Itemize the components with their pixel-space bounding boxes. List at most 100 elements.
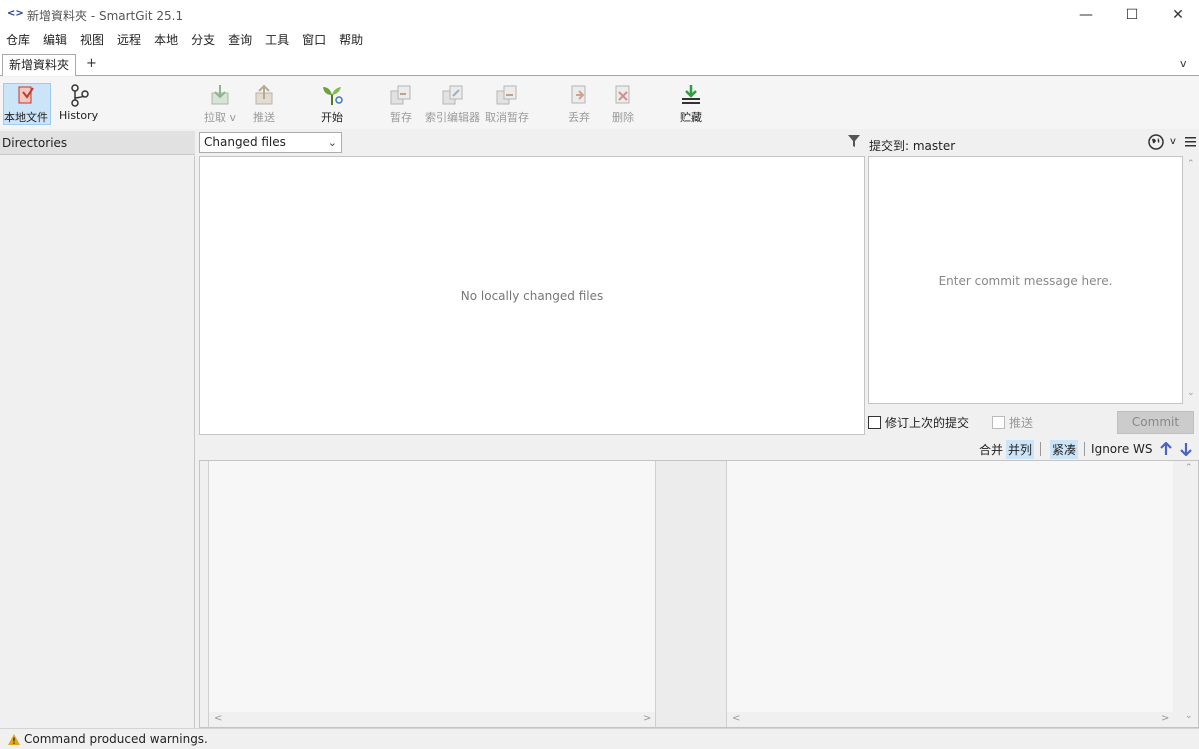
close-button[interactable]: ✕ bbox=[1155, 0, 1199, 29]
scroll-right-icon[interactable]: > bbox=[1161, 713, 1169, 724]
amend-label: 修订上次的提交 bbox=[885, 416, 970, 430]
status-message[interactable]: Command produced warnings. bbox=[24, 732, 208, 746]
amend-checkbox-box[interactable] bbox=[868, 416, 881, 429]
pull-button[interactable]: 拉取 v bbox=[204, 83, 236, 125]
push-icon bbox=[252, 83, 276, 107]
stash-save-label: 贮藏 bbox=[680, 111, 702, 124]
scroll-down-icon[interactable]: ⌄ bbox=[1187, 388, 1195, 398]
globe-icon[interactable] bbox=[1148, 134, 1164, 150]
commit-button[interactable]: Commit bbox=[1117, 411, 1194, 434]
merge-label: 合并 bbox=[979, 442, 1004, 457]
push-button[interactable]: 推送 bbox=[252, 83, 276, 125]
start-button[interactable]: 开始 bbox=[320, 83, 344, 125]
local-files-label: 本地文件 bbox=[4, 111, 48, 124]
stash-save-button[interactable]: 贮藏 bbox=[679, 83, 703, 125]
app-logo-icon: <> bbox=[7, 8, 24, 19]
push-label: 推送 bbox=[253, 111, 275, 124]
divider bbox=[1040, 442, 1042, 456]
discard-label: 丢弃 bbox=[568, 111, 590, 124]
menu-remote[interactable]: 远程 bbox=[117, 31, 141, 48]
diff-gutter bbox=[655, 461, 727, 727]
diff-toolbar: 合并 并列 紧凑 Ignore WS bbox=[979, 439, 1199, 459]
stash-icon bbox=[389, 83, 413, 107]
local-files-button[interactable]: 本地文件 bbox=[4, 83, 48, 125]
stash-save-icon bbox=[679, 83, 703, 107]
files-view-select[interactable]: Changed files ⌄ bbox=[199, 132, 342, 153]
amend-checkbox[interactable]: 修订上次的提交 bbox=[868, 414, 969, 431]
scroll-down-icon[interactable]: ⌄ bbox=[1185, 711, 1193, 721]
arrow-up-icon[interactable] bbox=[1159, 441, 1173, 456]
diff-right-pane[interactable] bbox=[727, 461, 1173, 727]
menu-bar: 仓库 编辑 视图 远程 本地 分支 查询 工具 窗口 帮助 bbox=[0, 29, 1199, 50]
menu-edit[interactable]: 编辑 bbox=[43, 31, 67, 48]
scroll-up-icon[interactable]: ⌃ bbox=[1187, 159, 1195, 169]
index-editor-icon bbox=[441, 83, 465, 107]
stash-label: 暂存 bbox=[390, 111, 412, 124]
discard-button[interactable]: 丢弃 bbox=[567, 83, 591, 125]
window-title: 新增資料夾 - SmartGit 25.1 bbox=[27, 9, 184, 23]
menu-help[interactable]: 帮助 bbox=[339, 31, 363, 48]
commit-message-input[interactable]: Enter commit message here. bbox=[868, 156, 1183, 404]
filter-icon[interactable] bbox=[847, 134, 861, 148]
maximize-button[interactable]: ☐ bbox=[1109, 0, 1155, 29]
ignore-ws-toggle[interactable]: Ignore WS bbox=[1091, 442, 1152, 456]
menu-repository[interactable]: 仓库 bbox=[6, 31, 30, 48]
discard-icon bbox=[567, 83, 591, 107]
main-toolbar: 本地文件 History 拉取 v 推送 开始 暂存 索引编辑器 取消暂存 丢弃… bbox=[0, 77, 1199, 129]
arrow-down-icon[interactable] bbox=[1179, 442, 1193, 457]
side-by-side-toggle[interactable]: 并列 bbox=[1006, 439, 1035, 459]
index-editor-button[interactable]: 索引编辑器 bbox=[425, 83, 480, 125]
scroll-left-icon[interactable]: < bbox=[214, 713, 222, 724]
diff-left-pane[interactable] bbox=[208, 461, 655, 727]
menu-tools[interactable]: 工具 bbox=[265, 31, 289, 48]
unstage-icon bbox=[495, 83, 519, 107]
tab-bar: 新增資料夾 + v bbox=[0, 50, 1199, 76]
empty-files-message: No locally changed files bbox=[460, 289, 604, 303]
menu-icon[interactable] bbox=[1185, 136, 1196, 147]
menu-query[interactable]: 查询 bbox=[228, 31, 252, 48]
minimize-button[interactable]: — bbox=[1063, 0, 1109, 29]
tab-overflow-button[interactable]: v bbox=[1180, 57, 1187, 70]
history-label: History bbox=[59, 109, 99, 122]
diff-vertical-scrollbar[interactable]: ⌃ ⌄ bbox=[1175, 461, 1198, 727]
commit-placeholder: Enter commit message here. bbox=[938, 274, 1113, 288]
commit-to-label: 提交到: master bbox=[869, 139, 956, 153]
local-files-icon bbox=[14, 83, 38, 107]
push-checkbox-box[interactable] bbox=[992, 416, 1005, 429]
delete-button[interactable]: 删除 bbox=[611, 83, 635, 125]
menu-view[interactable]: 视图 bbox=[80, 31, 104, 48]
compact-toggle[interactable]: 紧凑 bbox=[1050, 439, 1079, 459]
stash-button[interactable]: 暂存 bbox=[389, 83, 413, 125]
delete-label: 删除 bbox=[612, 111, 634, 124]
start-label: 开始 bbox=[321, 111, 343, 124]
files-view-value: Changed files bbox=[204, 135, 286, 149]
unstage-label: 取消暂存 bbox=[485, 111, 529, 124]
right-horizontal-scrollbar[interactable]: < > bbox=[727, 712, 1173, 727]
scroll-left-icon[interactable]: < bbox=[732, 713, 740, 724]
left-horizontal-scrollbar[interactable]: < > bbox=[209, 712, 655, 727]
index-editor-label: 索引编辑器 bbox=[425, 111, 480, 124]
directories-header: Directories bbox=[0, 131, 195, 155]
status-bar: Command produced warnings. bbox=[0, 728, 1199, 749]
menu-window[interactable]: 窗口 bbox=[302, 31, 326, 48]
warning-icon[interactable] bbox=[7, 733, 21, 746]
commit-scrollbar[interactable]: ⌃ ⌄ bbox=[1184, 156, 1199, 404]
diff-viewer: < > < > ⌃ ⌄ bbox=[199, 460, 1199, 728]
add-tab-button[interactable]: + bbox=[86, 56, 97, 71]
menu-local[interactable]: 本地 bbox=[154, 31, 178, 48]
history-button[interactable]: History bbox=[59, 83, 98, 122]
divider bbox=[1084, 442, 1086, 456]
scroll-up-icon[interactable]: ⌃ bbox=[1185, 463, 1193, 473]
menu-branch[interactable]: 分支 bbox=[191, 31, 215, 48]
changed-files-list[interactable]: No locally changed files bbox=[199, 156, 865, 435]
push-label-check: 推送 bbox=[1009, 416, 1034, 430]
unstage-button[interactable]: 取消暂存 bbox=[485, 83, 529, 125]
sprout-icon bbox=[320, 83, 344, 107]
directories-tree[interactable] bbox=[0, 156, 195, 728]
push-checkbox[interactable]: 推送 bbox=[992, 414, 1033, 431]
title-bar: <> 新增資料夾 - SmartGit 25.1 — ☐ ✕ bbox=[0, 0, 1199, 29]
scroll-right-icon[interactable]: > bbox=[643, 713, 651, 724]
tab-repository[interactable]: 新增資料夾 bbox=[2, 54, 77, 76]
chevron-down-icon: ⌄ bbox=[327, 136, 337, 149]
chevron-down-icon[interactable]: v bbox=[1170, 136, 1176, 147]
